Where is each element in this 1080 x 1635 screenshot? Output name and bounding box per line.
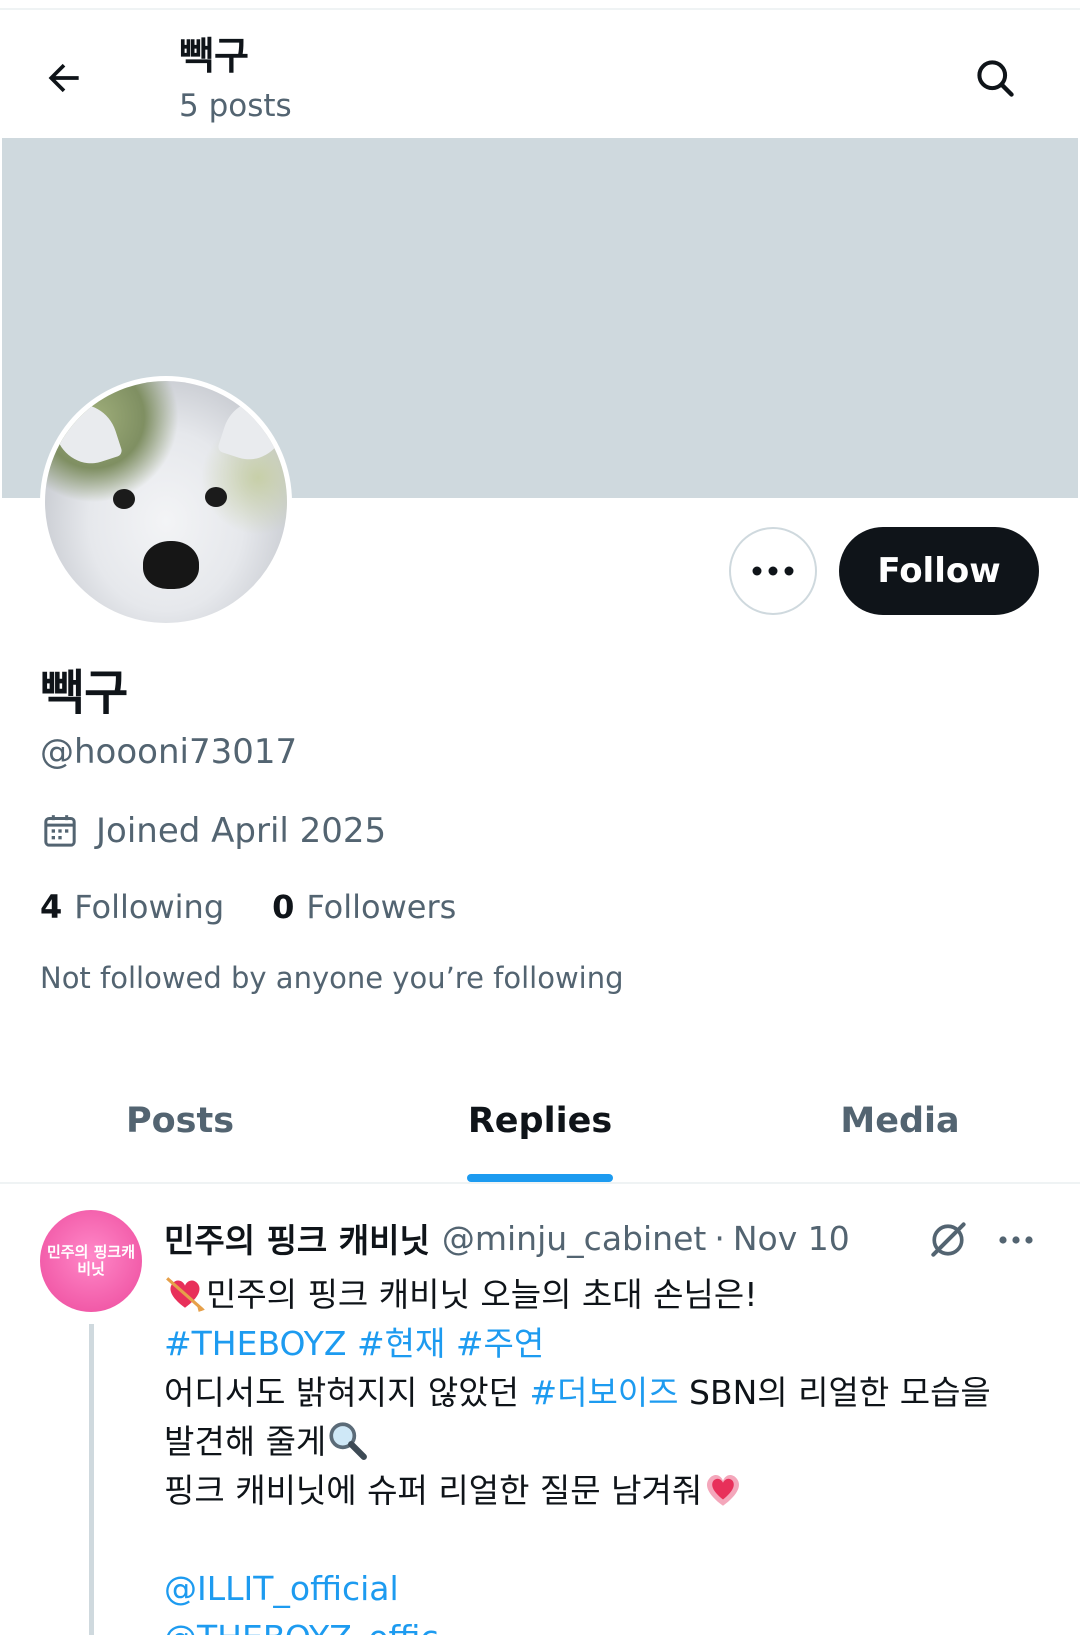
post-header: 민주의 핑크 캐비닛 @minju_cabinet · Nov 10 — [164, 1214, 850, 1262]
follow-button[interactable]: Follow — [839, 527, 1039, 615]
post-author-name[interactable]: 민주의 핑크 캐비닛 — [164, 1214, 430, 1262]
more-horizontal-icon — [999, 1236, 1033, 1244]
profile-header-bar: 빽구 5 posts — [0, 12, 1080, 138]
post-line: #THEBOYZ #현재 #주연 — [164, 1319, 1044, 1368]
hashtag-link[interactable]: #더보이즈 — [529, 1373, 678, 1412]
header-post-count: 5 posts — [179, 88, 292, 124]
post-author-handle[interactable]: @minju_cabinet — [442, 1219, 706, 1258]
joined-date: Joined April 2025 — [40, 808, 386, 854]
post-avatar-text: 민주의 핑크캐비닛 — [46, 1243, 136, 1278]
post-line: 어디서도 밝혀지지 않았던 #더보이즈 SBN의 리얼한 모습을 — [164, 1368, 1044, 1417]
joined-text: Joined April 2025 — [96, 811, 387, 851]
tab-posts-label: Posts — [125, 1101, 235, 1141]
post-line-3-end: SBN의 리얼한 모습을 — [678, 1373, 991, 1412]
heart-with-arrow-icon — [166, 1276, 205, 1312]
arrow-left-icon — [48, 63, 79, 93]
tab-media-label: Media — [840, 1101, 960, 1141]
followers-link[interactable]: 0 Followers — [272, 888, 456, 926]
more-options-button[interactable] — [729, 527, 817, 615]
follow-stats: 4 Following 0 Followers — [40, 884, 504, 930]
search-icon — [977, 60, 1014, 97]
top-divider — [0, 0, 1080, 10]
post-line: @ILLIT_official — [164, 1564, 1044, 1613]
header-title: 빽구 — [179, 34, 249, 78]
mention-link[interactable]: @THEBOYZ_offic... — [164, 1618, 470, 1635]
post-more-button[interactable] — [994, 1220, 1038, 1260]
post-separator: · — [714, 1218, 725, 1258]
hashtag-link[interactable]: #주연 — [456, 1324, 544, 1363]
post-line: 민주의 핑크 캐비닛 오늘의 초대 손님은! — [164, 1270, 1044, 1319]
thread-connector-line — [89, 1324, 94, 1635]
hashtag-link[interactable]: #THEBOYZ — [164, 1324, 346, 1363]
magnifying-glass-icon — [329, 1421, 368, 1460]
tab-media[interactable]: Media — [720, 1060, 1080, 1182]
post-line: 핑크 캐비닛에 슈퍼 리얼한 질문 남겨줘 — [164, 1466, 1044, 1515]
post-line-3-start: 어디서도 밝혀지지 않았던 — [164, 1373, 530, 1412]
growing-heart-icon — [707, 1474, 740, 1506]
calendar-icon — [44, 815, 76, 847]
grok-icon — [931, 1222, 966, 1257]
hashtag-link[interactable]: #현재 — [357, 1324, 445, 1363]
post-line-5: 핑크 캐비닛에 슈퍼 리얼한 질문 남겨줘 — [164, 1471, 703, 1510]
following-label: Following — [74, 888, 225, 926]
post-text: 민주의 핑크 캐비닛 오늘의 초대 손님은! #THEBOYZ #현재 #주연 … — [164, 1270, 1044, 1635]
following-count: 4 — [40, 888, 63, 926]
post-author-avatar[interactable]: 민주의 핑크캐비닛 — [40, 1210, 142, 1312]
followers-count: 0 — [272, 888, 295, 926]
post-date[interactable]: Nov 10 — [733, 1219, 850, 1258]
profile-tabs: Posts Replies Media — [0, 1060, 1080, 1184]
mention-link[interactable]: @ILLIT_official — [164, 1569, 399, 1608]
post-line-4: 발견해 줄게 — [164, 1422, 327, 1461]
profile-handle: @hoooni73017 — [40, 732, 298, 772]
post-line: 발견해 줄게 — [164, 1417, 1044, 1466]
timeline-post[interactable]: 민주의 핑크캐비닛 민주의 핑크 캐비닛 @minju_cabinet · No… — [0, 1186, 1080, 1635]
not-followed-notice: Not followed by anyone you’re following — [40, 961, 624, 995]
following-link[interactable]: 4 Following — [40, 888, 224, 926]
back-button[interactable] — [36, 50, 92, 106]
followers-label: Followers — [306, 888, 457, 926]
tab-replies[interactable]: Replies — [360, 1060, 720, 1182]
grok-button[interactable] — [924, 1216, 972, 1264]
avatar-image — [45, 381, 287, 623]
search-button[interactable] — [967, 50, 1023, 106]
more-horizontal-icon — [752, 566, 794, 576]
profile-display-name: 빽구 — [40, 665, 129, 721]
profile-avatar[interactable] — [40, 376, 292, 628]
post-line-1: 민주의 핑크 캐비닛 오늘의 초대 손님은! — [206, 1275, 758, 1314]
active-tab-indicator — [467, 1174, 613, 1182]
tab-replies-label: Replies — [467, 1101, 613, 1141]
post-line: @THEBOYZ_offic... — [164, 1613, 1044, 1635]
tab-posts[interactable]: Posts — [0, 1060, 360, 1182]
